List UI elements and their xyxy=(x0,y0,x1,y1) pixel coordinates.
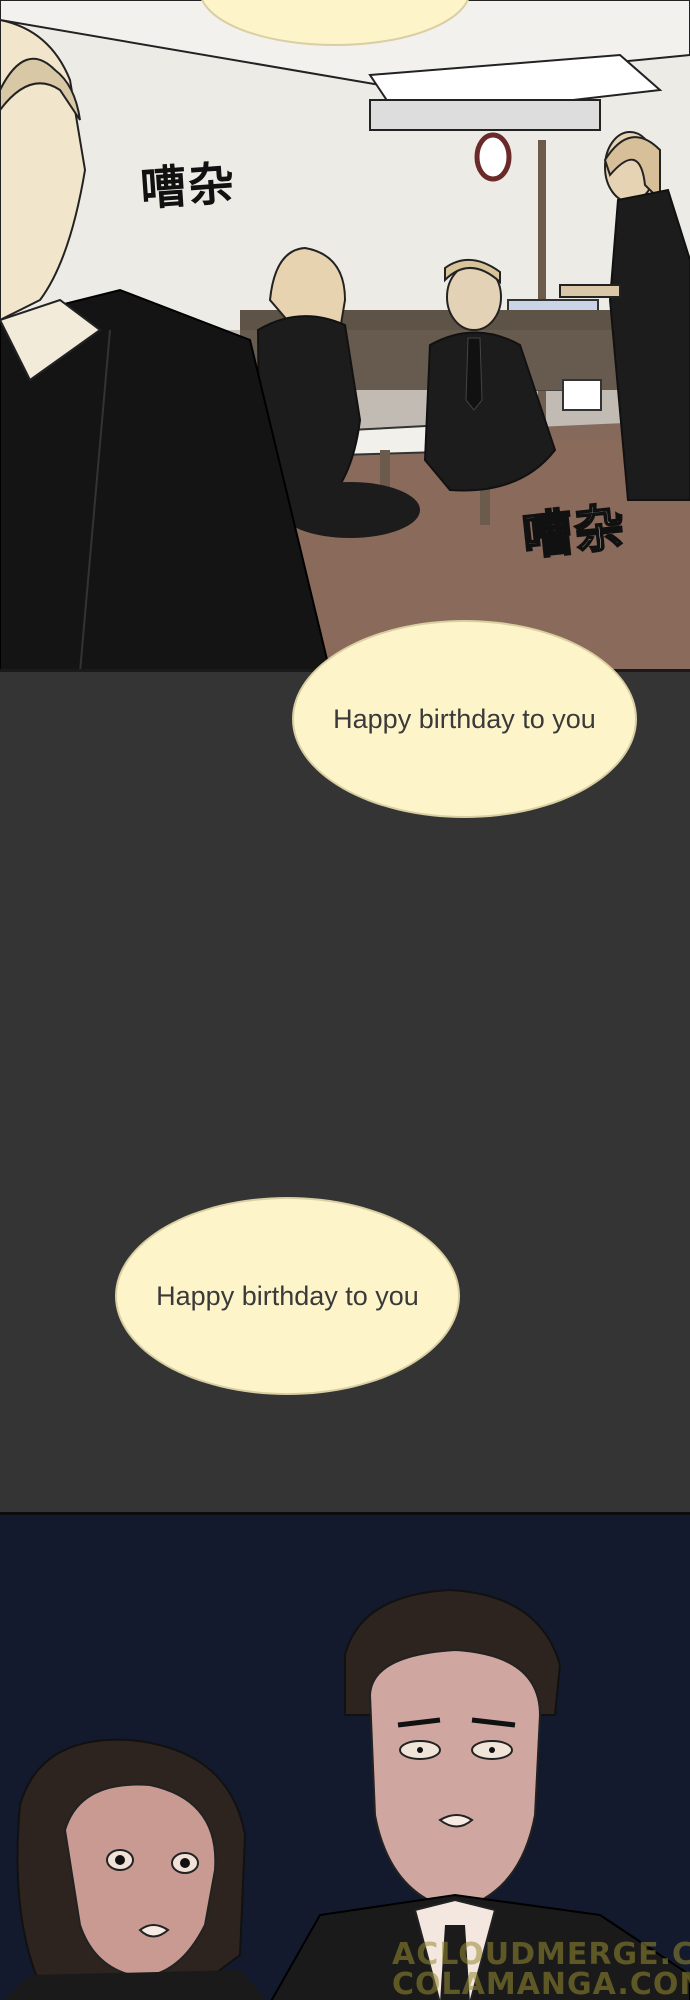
panel-reception-room: 嘈杂 嘈杂 xyxy=(0,0,690,672)
woman-face-figure xyxy=(3,1738,268,2000)
reception-room-illustration xyxy=(0,0,690,669)
serving-tray-icon xyxy=(559,284,621,298)
speech-bubble-2-text: Happy birthday to you xyxy=(156,1280,419,1311)
speech-bubble-1-text: Happy birthday to you xyxy=(333,703,596,734)
speech-bubble-2: Happy birthday to you xyxy=(115,1197,460,1395)
wall-clock-icon xyxy=(474,132,512,182)
speech-bubble-1: Happy birthday to you xyxy=(292,620,637,818)
night-faces-illustration xyxy=(3,1588,690,2000)
comic-page: 嘈杂 嘈杂 Happy birthday to you Happy birthd… xyxy=(0,0,690,2000)
sfx-chatter-right: 嘈杂 xyxy=(519,497,630,568)
panel-night-faces: ACLOUDMERGE.COM COLAMANGA.COM xyxy=(0,1512,690,2000)
watermark-colamanga: COLAMANGA.COM xyxy=(392,1967,690,2000)
sfx-chatter-left: 嘈杂 xyxy=(138,155,238,217)
